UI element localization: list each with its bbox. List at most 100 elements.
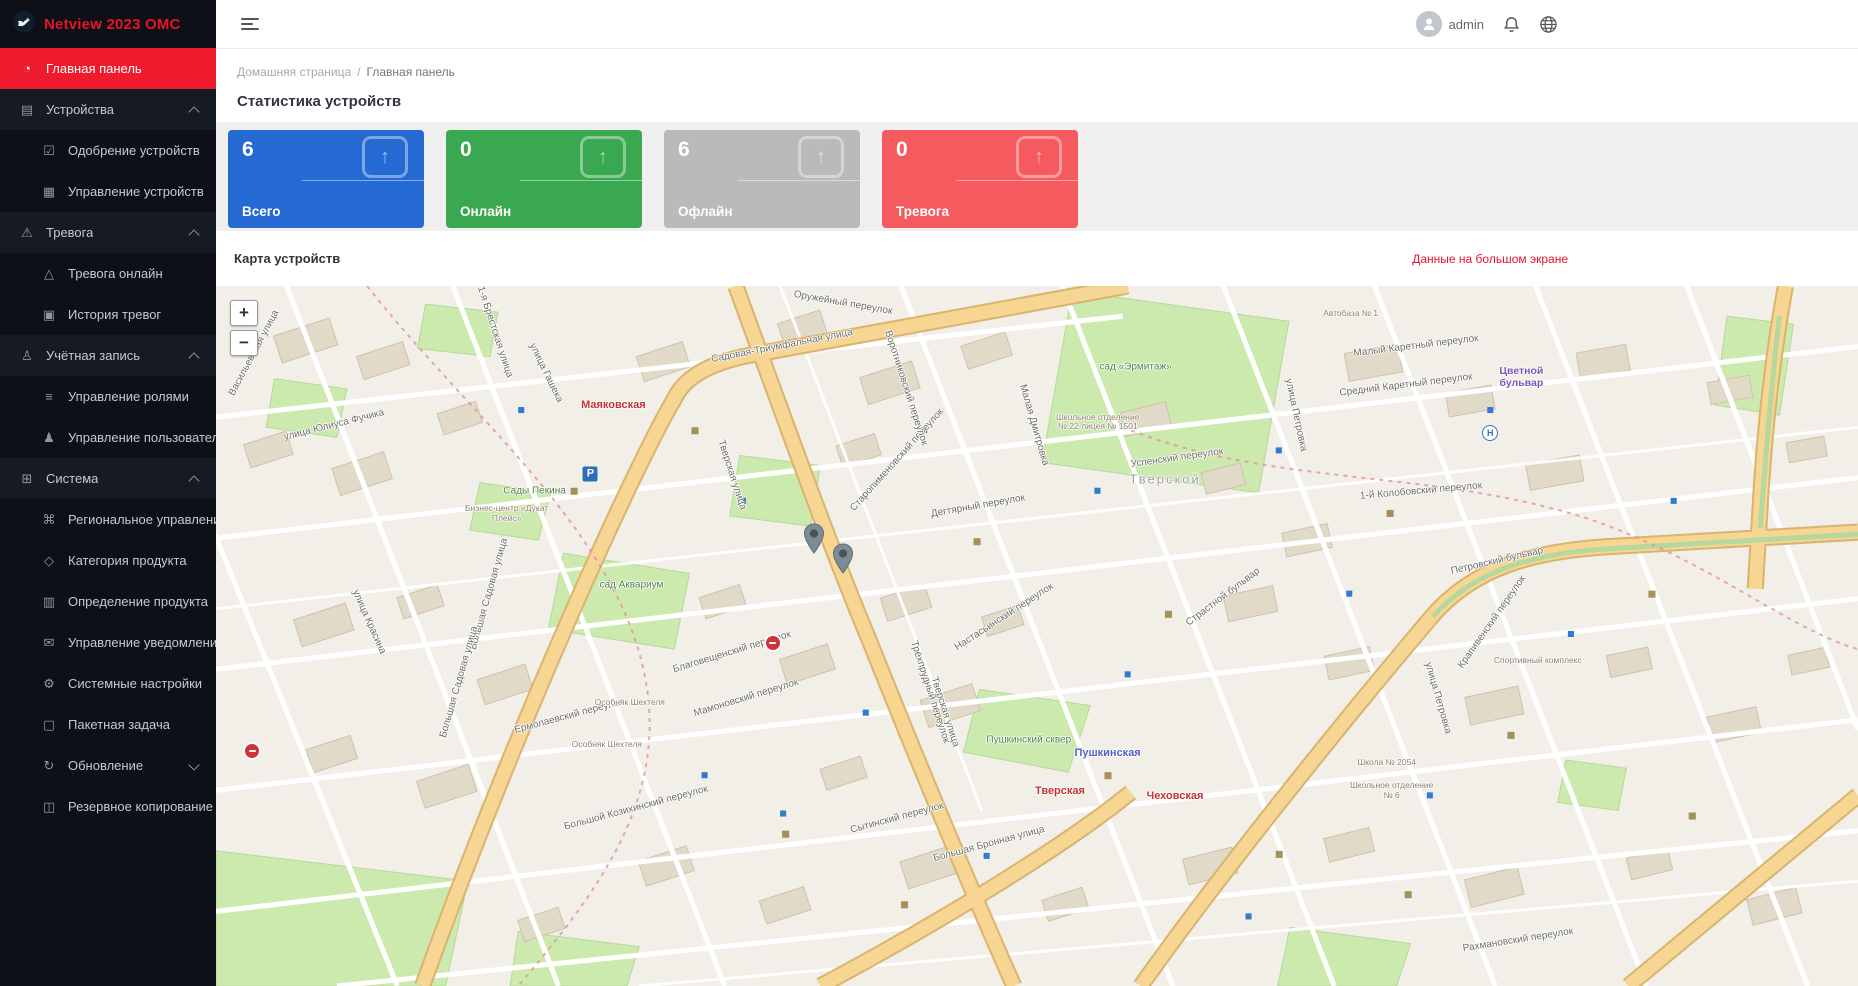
device-pin[interactable] xyxy=(803,523,825,554)
zoom-out-button[interactable]: − xyxy=(230,330,258,356)
device-pin[interactable] xyxy=(832,543,854,575)
sidebar-nav: ◔ Главная панель ▤ Устройства ☑ Одобрение уст… xyxy=(0,48,216,986)
map-label: Тверская xyxy=(1035,785,1085,798)
sidebar-item-system-settings[interactable]: ⚙ Системные настройки xyxy=(0,663,216,704)
map-label: Маяковская xyxy=(581,399,646,411)
map-label: улица Петровка xyxy=(1422,660,1454,735)
map-label: Школа № 2054 xyxy=(1357,757,1417,768)
sidebar-item-label: Пакетная задача xyxy=(68,717,170,732)
map-label: улица Петровка xyxy=(1283,377,1310,453)
map-alert-marker[interactable] xyxy=(765,636,780,650)
sidebar-item-label: Устройства xyxy=(46,102,115,117)
page-title: Статистика устройств xyxy=(237,93,402,110)
batch-task-icon: ▢ xyxy=(42,716,56,732)
sidebar-item-region-management[interactable]: ⌘ Региональное управление xyxy=(0,499,217,540)
sidebar-item-batch-task[interactable]: ▢ Пакетная задача xyxy=(0,704,216,745)
stat-divider xyxy=(738,180,860,181)
sidebar-item-role-management[interactable]: ≡ Управление ролями xyxy=(0,376,216,417)
map-label: Мамоновский переулок xyxy=(692,676,800,719)
sidebar-item-devices[interactable]: ▤ Устройства xyxy=(0,89,216,130)
map-label: сад Аквариум xyxy=(599,579,664,591)
map-label: Тверская улица xyxy=(928,675,962,749)
settings-gear-icon: ⚙ xyxy=(43,675,55,691)
stat-value: 6 xyxy=(678,138,690,161)
sidebar-item-label: Управление уведомлениями xyxy=(68,635,216,650)
sidebar-item-product-category[interactable]: ◇ Категория продукта xyxy=(0,540,216,581)
map-card-header: Карта устройств Данные на большом экране xyxy=(216,231,1858,286)
sidebar-item-account[interactable]: ♙ Учётная запись xyxy=(0,335,216,376)
upload-arrow-icon: ↑ xyxy=(798,136,844,178)
users-icon: ♟ xyxy=(43,429,55,445)
map-label: улица Юлиуса Фучика xyxy=(282,407,386,444)
sidebar-item-alarm[interactable]: ⚠ Тревога xyxy=(0,212,216,253)
language-globe-icon[interactable] xyxy=(1539,15,1558,34)
sidebar-item-label: Система xyxy=(46,471,99,486)
alarm-online-icon: △ xyxy=(44,265,54,281)
sidebar-item-label: Тревога онлайн xyxy=(68,266,163,281)
map-alert-marker[interactable] xyxy=(245,743,260,758)
map-label: Пушкинская xyxy=(1074,746,1141,759)
sidebar-item-label: Категория продукта xyxy=(68,553,187,568)
sidebar-item-label: Главная панель xyxy=(46,61,142,76)
stat-divider xyxy=(520,180,642,181)
stat-value: 6 xyxy=(242,138,254,161)
topbar-right: admin xyxy=(1415,11,1558,37)
map-label: Сады Пекина xyxy=(503,485,566,497)
sidebar-item-label: Одобрение устройств xyxy=(68,143,200,158)
stats-cards: 6 ↑ Всего 0 ↑ Онлайн 6 ↑ Офлайн 0 ↑ Тревога xyxy=(228,130,1846,228)
stat-card-0: 6 ↑ Всего xyxy=(228,130,424,228)
map-label: Сытинский переулок xyxy=(849,800,946,836)
map-label: сад «Эрмитаж» xyxy=(1099,361,1172,372)
sidebar-collapse-button[interactable] xyxy=(237,14,263,34)
app-title: Netview 2023 OMC xyxy=(44,15,181,33)
sidebar-item-notification-management[interactable]: ✉ Управление уведомлениями xyxy=(0,622,216,663)
stats-band: 6 ↑ Всего 0 ↑ Онлайн 6 ↑ Офлайн 0 ↑ Тревога xyxy=(216,122,1858,231)
update-icon: ↻ xyxy=(43,757,55,773)
map-label: Настасьинский переулок xyxy=(952,581,1056,654)
map-label: Тверской xyxy=(1129,471,1201,486)
sidebar-item-label: Управление ролями xyxy=(68,389,189,404)
sidebar-item-label: Управление устройств xyxy=(68,184,204,199)
stat-card-3: 0 ↑ Тревога xyxy=(882,130,1078,228)
device-map[interactable]: Маяковская Пушкинская Тверская Чеховская Цве… xyxy=(216,286,1858,986)
sidebar-item-user-management[interactable]: ♟ Управление пользователями xyxy=(0,417,216,458)
sidebar-item-device-approval[interactable]: ☑ Одобрение устройств xyxy=(0,130,216,171)
sidebar-item-label: Региональное управление xyxy=(68,512,216,527)
sidebar-item-backup[interactable]: ◫ Резервное копирование xyxy=(0,786,216,827)
app-root: Netview 2023 OMC ◔ Главная панель ▤ Устройс… xyxy=(0,0,1858,986)
region-icon: ⌘ xyxy=(42,511,56,527)
devices-icon: ▤ xyxy=(20,101,34,117)
user-menu[interactable]: admin xyxy=(1415,11,1484,37)
alarm-history-icon: ▣ xyxy=(42,306,56,322)
map-label: Чеховская xyxy=(1146,789,1204,802)
map-label: Воротниковский переулок xyxy=(881,328,930,447)
product-definition-icon: ▥ xyxy=(42,593,56,609)
stat-label: Онлайн xyxy=(460,204,512,219)
map-label: улица Гашека xyxy=(526,341,566,405)
sidebar-item-system[interactable]: ⊞ Система xyxy=(0,458,216,499)
upload-arrow-icon: ↑ xyxy=(580,136,626,178)
map-label: Школьное отделение № 22 лицея № 1501 xyxy=(1056,411,1140,432)
big-screen-data-link[interactable]: Данные на большом экране xyxy=(1412,252,1568,266)
sidebar-item-alarm-online[interactable]: △ Тревога онлайн xyxy=(0,253,216,294)
breadcrumb-home[interactable]: Домашняя страница xyxy=(237,65,351,79)
map-labels-layer: Маяковская Пушкинская Тверская Чеховская Цве… xyxy=(216,286,1858,986)
map-label: Большая Садовая улица xyxy=(437,624,481,739)
avatar xyxy=(1415,11,1442,37)
sidebar-item-label: Определение продукта xyxy=(68,594,208,609)
zoom-in-button[interactable]: + xyxy=(230,300,258,326)
sidebar-item-dashboard[interactable]: ◔ Главная панель xyxy=(0,48,216,89)
map-label: Садовая-Триумфальная улица xyxy=(710,327,855,366)
map-zoom-control: + − xyxy=(230,300,258,360)
device-management-icon: ▦ xyxy=(42,183,56,199)
sidebar-item-alarm-history[interactable]: ▣ История тревог xyxy=(0,294,216,335)
device-approval-icon: ☑ xyxy=(43,142,55,158)
map-label: Особняк Шехтеля xyxy=(594,696,665,707)
map-label: Малый Каретный переулок xyxy=(1353,333,1480,360)
parking-icon: P xyxy=(582,466,598,482)
notification-bell-icon[interactable] xyxy=(1502,15,1521,34)
sidebar-item-product-definition[interactable]: ▥ Определение продукта xyxy=(0,581,216,622)
sidebar-item-update[interactable]: ↻ Обновление xyxy=(0,745,216,786)
sidebar-item-device-management[interactable]: ▦ Управление устройств xyxy=(0,171,216,212)
notification-icon: ✉ xyxy=(43,634,55,650)
